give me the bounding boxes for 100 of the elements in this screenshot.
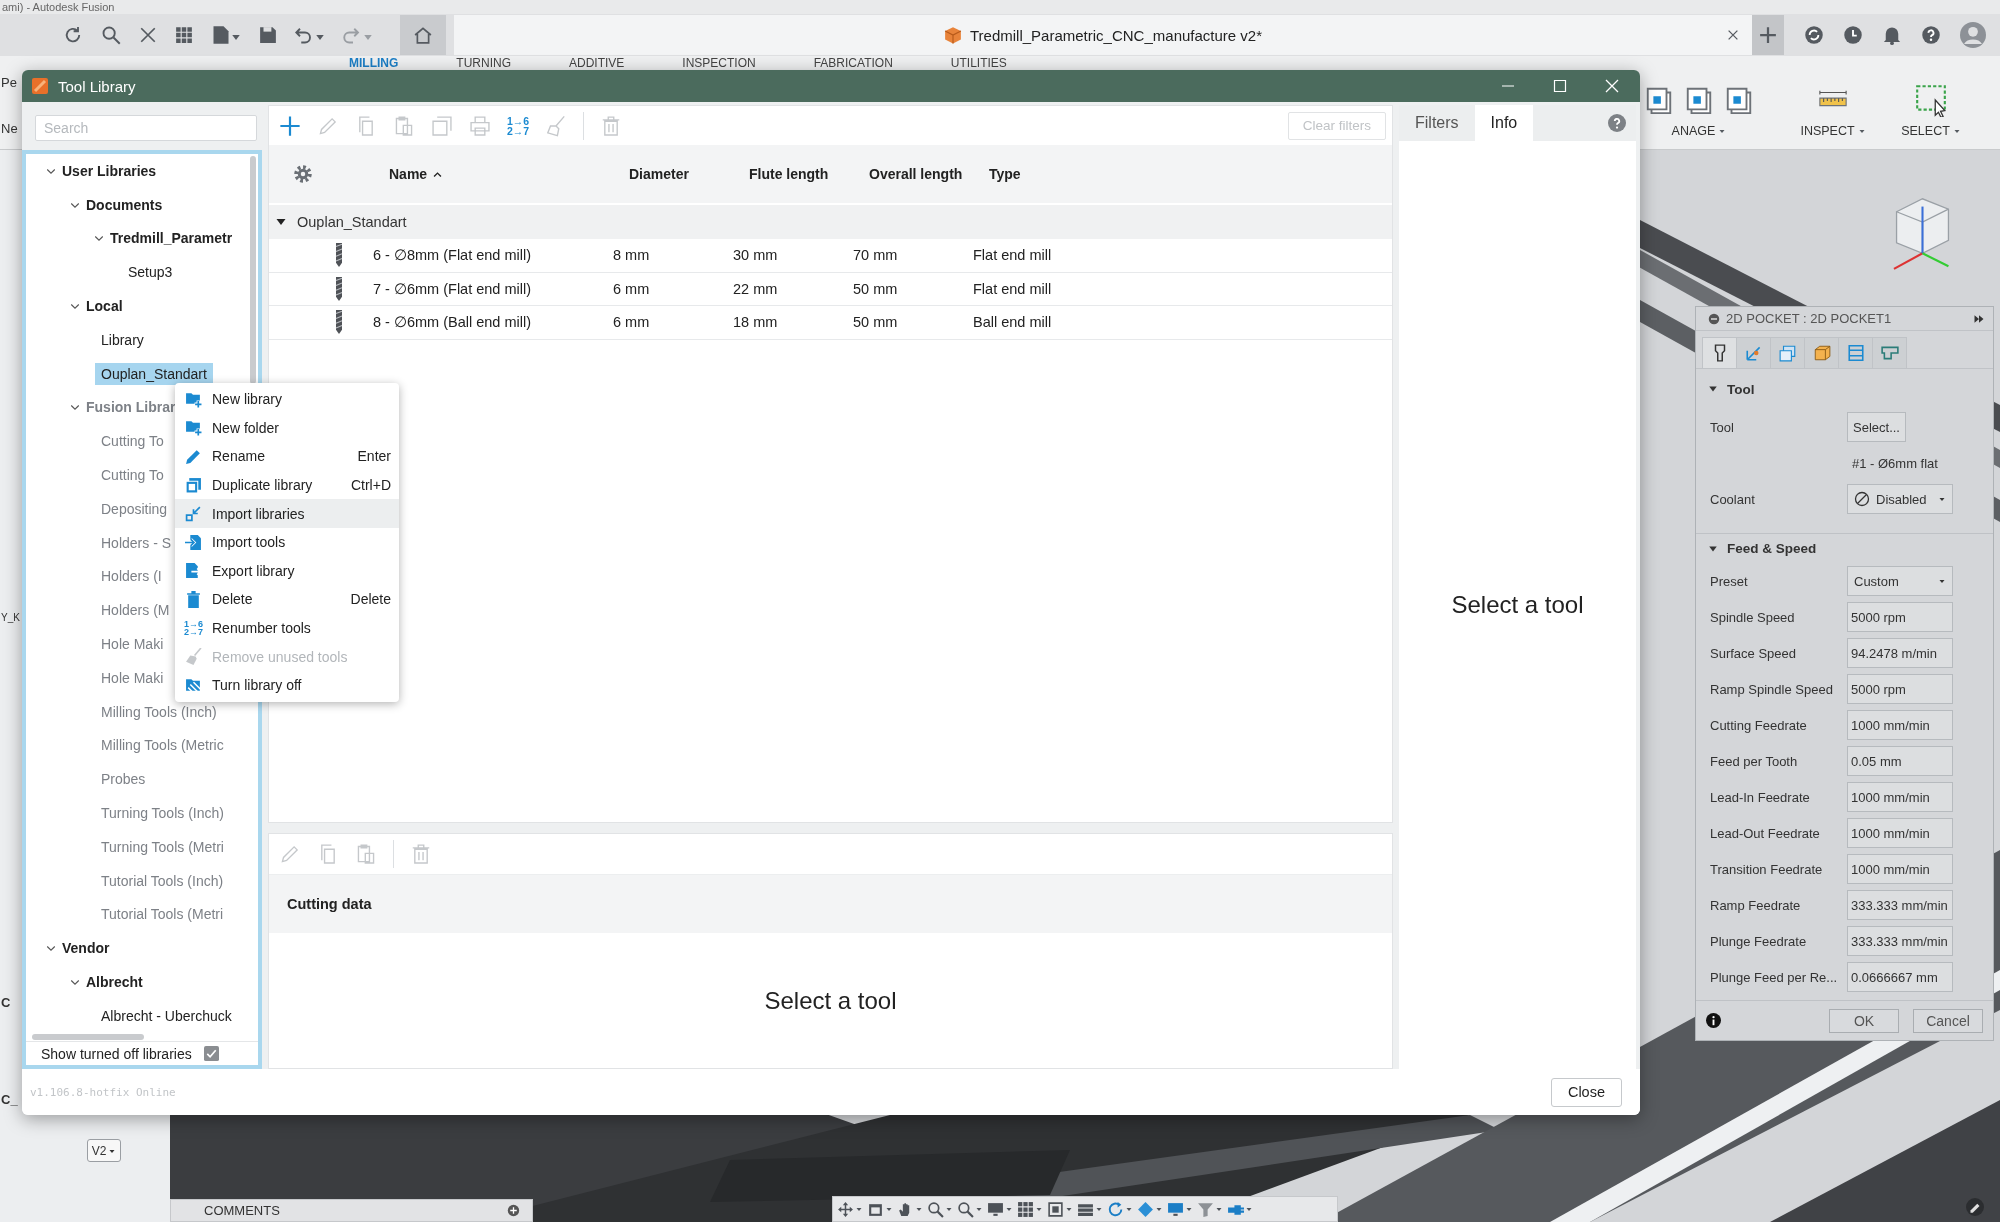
tree-item[interactable]: Turning Tools (Metri	[95, 835, 230, 858]
tree-item[interactable]: Vendor	[62, 937, 116, 960]
tree-item[interactable]: Probes	[95, 768, 152, 791]
menu-item[interactable]: Export library	[175, 556, 399, 586]
tree-item[interactable]: Milling Tools (Inch)	[95, 700, 223, 723]
tree-item[interactable]: Hole Maki	[95, 666, 170, 689]
feedback-icon[interactable]	[1966, 1198, 1984, 1216]
ribbon-tab[interactable]: FABRICATION	[813, 56, 893, 70]
zoom-icon[interactable]	[927, 1200, 944, 1218]
menu-item[interactable]: New folder	[175, 413, 399, 443]
document-stack-icon[interactable]	[1724, 85, 1754, 115]
ribbon-tab[interactable]: UTILITIES	[950, 56, 1007, 70]
column-header[interactable]: Name	[361, 166, 601, 182]
new-tab-button[interactable]	[1752, 15, 1784, 55]
help-icon[interactable]	[1608, 114, 1626, 132]
move-icon[interactable]	[837, 1200, 854, 1218]
renumber-icon[interactable]: 1→6 2→7	[507, 115, 529, 136]
ribbon-tab[interactable]: MILLING	[349, 56, 399, 70]
help-icon[interactable]	[1921, 25, 1941, 45]
tree-item[interactable]: Hole Maki	[95, 633, 170, 656]
column-header[interactable]: Flute length	[721, 166, 841, 182]
document-stack-icon[interactable]	[1644, 85, 1674, 115]
tree-item[interactable]: Cutting To	[95, 464, 170, 487]
text-field[interactable]: 1000 mm/min	[1847, 782, 1953, 812]
close-icon[interactable]	[139, 26, 157, 44]
add-circle-icon[interactable]	[507, 1204, 520, 1217]
menu-item[interactable]: Delete Delete	[175, 585, 399, 614]
group-label[interactable]: SELECT	[1901, 124, 1950, 138]
tab[interactable]: Info	[1474, 105, 1534, 141]
menu-item[interactable]: Rename Enter	[175, 442, 399, 471]
orbit-icon[interactable]	[1107, 1200, 1124, 1218]
sync-icon[interactable]	[1804, 25, 1824, 45]
ribbon-tab[interactable]: INSPECTION	[682, 56, 756, 70]
document-tab[interactable]: Tredmill_Parametric_CNC_manufacture v2*	[943, 26, 1262, 44]
maximize-icon[interactable]	[1552, 78, 1568, 94]
tree-item[interactable]: Tredmill_Parametr	[110, 227, 239, 250]
text-field[interactable]: 94.2478 m/min	[1847, 638, 1953, 668]
group-label[interactable]: INSPECT	[1800, 124, 1855, 138]
file-icon[interactable]	[211, 25, 241, 45]
version-dropdown[interactable]: V2	[87, 1139, 121, 1162]
apps-grid-icon[interactable]	[175, 26, 193, 44]
settings-icon[interactable]	[293, 164, 313, 184]
funnel-icon[interactable]	[1197, 1200, 1214, 1218]
tree-item[interactable]: Cutting To	[95, 430, 170, 453]
dropdown[interactable]: Disabled	[1847, 484, 1953, 514]
tree-item[interactable]: Holders - S	[95, 531, 178, 554]
text-field[interactable]: 1000 mm/min	[1847, 710, 1953, 740]
monitor-icon[interactable]	[987, 1200, 1004, 1218]
info-icon[interactable]	[1706, 1013, 1721, 1028]
tab[interactable]: Filters	[1399, 105, 1475, 141]
scrollbar[interactable]	[32, 1034, 144, 1040]
menu-item[interactable]: Import tools	[175, 527, 399, 557]
tree-item[interactable]: User Libraries	[62, 159, 163, 182]
grid-icon[interactable]	[1017, 1200, 1034, 1218]
monitor-icon[interactable]	[1167, 1200, 1184, 1218]
tree-item[interactable]: Tutorial Tools (Metri	[95, 903, 230, 926]
ribbon-tab[interactable]: ADDITIVE	[569, 56, 625, 70]
tree-item[interactable]: Holders (I	[95, 565, 168, 588]
text-field[interactable]: 333.333 mm/min	[1847, 890, 1953, 920]
triangle-icon[interactable]	[1708, 384, 1718, 394]
dropdown[interactable]: Custom	[1847, 566, 1953, 596]
tree-item[interactable]: Holders (M	[95, 599, 176, 622]
selection-box-icon[interactable]	[1913, 83, 1949, 117]
diamond-icon[interactable]	[1137, 1200, 1154, 1218]
menu-item[interactable]: Duplicate library Ctrl+D	[175, 470, 399, 500]
column-header[interactable]: Type	[961, 166, 1392, 182]
cancel-button[interactable]: Cancel	[1913, 1008, 1983, 1033]
text-field[interactable]: 5000 rpm	[1847, 602, 1953, 632]
plus-icon[interactable]	[279, 114, 301, 137]
text-field[interactable]: 1000 mm/min	[1847, 854, 1953, 884]
search-field[interactable]: Search	[35, 115, 257, 141]
save-icon[interactable]	[259, 26, 277, 44]
group-label[interactable]: ANAGE	[1671, 124, 1716, 138]
column-header[interactable]: Diameter	[601, 166, 721, 182]
checkbox[interactable]	[203, 1046, 219, 1061]
ribbon-tab[interactable]: TURNING	[456, 56, 511, 70]
tree-item[interactable]: Library	[95, 328, 150, 351]
scrollbar[interactable]	[250, 156, 256, 384]
tree-item[interactable]: Albrecht - Uberchuck	[95, 1004, 238, 1027]
menu-item[interactable]: Import libraries	[175, 499, 399, 528]
ok-button[interactable]: OK	[1829, 1008, 1899, 1033]
text-field[interactable]: 333.333 mm/min	[1847, 926, 1953, 956]
refresh-icon[interactable]	[63, 25, 83, 45]
tree-item[interactable]: Albrecht	[86, 971, 149, 993]
text-field[interactable]: 1000 mm/min	[1847, 818, 1953, 848]
close-icon[interactable]	[1726, 28, 1740, 42]
clock-icon[interactable]	[1843, 25, 1863, 45]
document-stack-icon[interactable]	[1684, 85, 1714, 115]
collapse-icon[interactable]	[1708, 312, 1720, 325]
tree-item[interactable]: Tutorial Tools (Inch)	[95, 869, 230, 892]
search-icon[interactable]	[101, 25, 121, 45]
menu-item[interactable]: New library	[175, 385, 399, 414]
close-button[interactable]: Close	[1550, 1077, 1622, 1107]
text-field[interactable]: 5000 rpm	[1847, 674, 1953, 704]
tree-item[interactable]: Setup3	[122, 261, 179, 284]
tree-item[interactable]: Depositing	[95, 497, 174, 520]
tree-item[interactable]: Local	[86, 295, 129, 318]
home-tab[interactable]	[400, 15, 446, 55]
tree-item[interactable]: Turning Tools (Inch)	[95, 802, 230, 825]
undo-icon[interactable]	[295, 25, 325, 45]
